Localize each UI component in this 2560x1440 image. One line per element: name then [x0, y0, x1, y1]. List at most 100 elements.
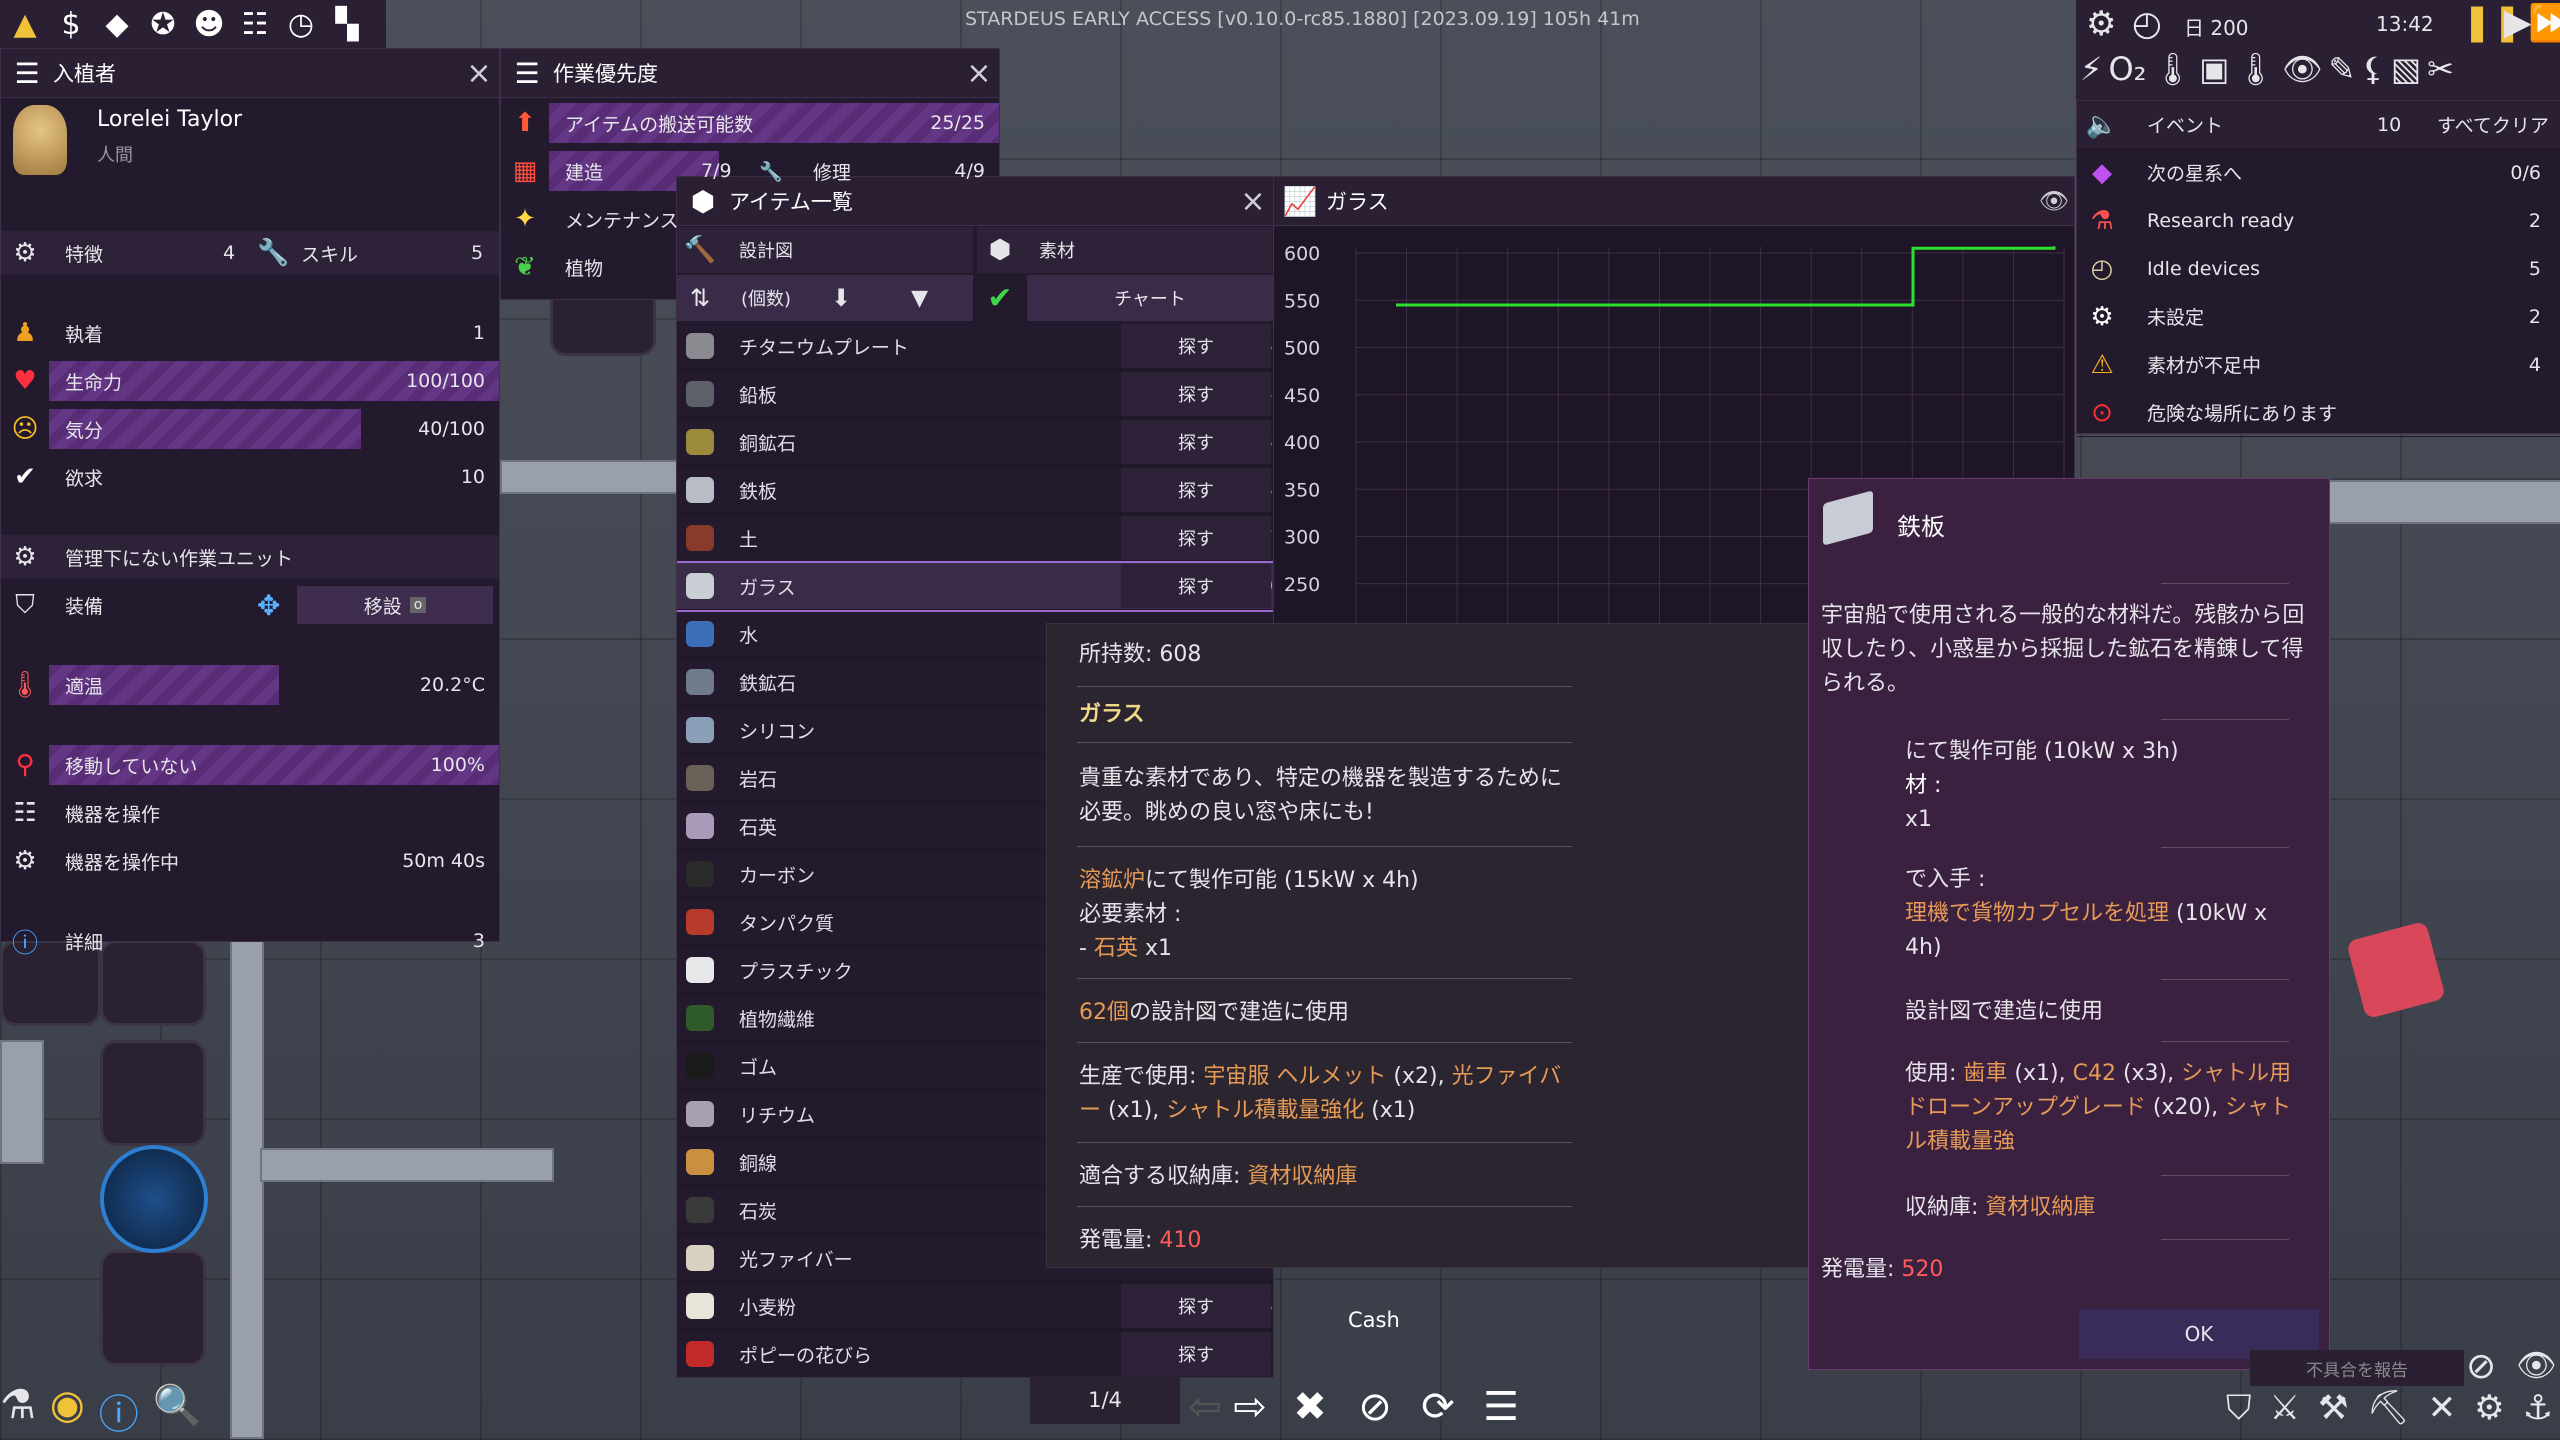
storage-link[interactable]: 資材収納庫: [1247, 1164, 1357, 1189]
rotate-icon[interactable]: ⟳: [1413, 1382, 1463, 1432]
find-button[interactable]: 探す: [1121, 516, 1271, 560]
prod-link[interactable]: 歯車: [1963, 1061, 2007, 1086]
stat-row[interactable]: ♟ 執着 1: [1, 311, 499, 355]
details-row[interactable]: ⓘ 詳細 3: [1, 919, 499, 963]
stat-row[interactable]: ☹ 気分 40/100: [1, 407, 499, 451]
operating-row[interactable]: ⚙ 機器を操作中 50m 40s: [1, 839, 499, 883]
close-icon[interactable]: ×: [959, 56, 999, 91]
item-icon: [677, 948, 723, 992]
moving-row[interactable]: ⚲ 移動していない 100%: [1, 743, 499, 787]
event-row[interactable]: ⚠ 素材が不足中 4: [2077, 341, 2560, 389]
fast-forward-icon[interactable]: ⏩: [2528, 2, 2560, 44]
diamond-icon[interactable]: ◆: [98, 5, 136, 43]
tab-material[interactable]: ⬢ 素材: [977, 227, 1273, 273]
move-arrows-icon[interactable]: ✥: [257, 589, 280, 622]
event-row[interactable]: ⊙ 危険な場所にあります: [2077, 389, 2560, 437]
close-icon[interactable]: ×: [459, 56, 499, 91]
craft-station-link[interactable]: 溶鉱炉: [1079, 868, 1145, 893]
drill-icon[interactable]: ⚙: [2474, 1388, 2504, 1428]
eye-icon[interactable]: 👁: [2034, 187, 2074, 215]
event-row[interactable]: ◆ 次の星系へ 0/6: [2077, 149, 2560, 197]
stat-row[interactable]: ♥ 生命力 100/100: [1, 359, 499, 403]
forbid-icon[interactable]: ⊘: [1350, 1382, 1400, 1432]
pencil-icon[interactable]: ✎: [2329, 50, 2356, 88]
obtain-link[interactable]: 理機で貨物カプセルを処理: [1905, 901, 2169, 926]
sort-dropdown[interactable]: ⇅ (個数) ⬇ ▼: [677, 275, 973, 321]
eye-icon[interactable]: 👁: [2516, 1346, 2557, 1384]
find-button[interactable]: 探す: [1121, 372, 1271, 416]
bug-report-button[interactable]: 不具合を報告: [2250, 1350, 2464, 1386]
prod-qty: (x1): [1364, 1098, 1416, 1123]
power-overlay-icon[interactable]: ⚡: [2080, 50, 2102, 88]
required-item-link[interactable]: 石英: [1094, 936, 1138, 961]
clock-icon: ◴: [2090, 253, 2114, 284]
find-button[interactable]: 探す: [1121, 1332, 1271, 1376]
find-button[interactable]: 探す: [1121, 324, 1271, 368]
crane-icon[interactable]: ⚓: [2523, 1388, 2553, 1428]
menu-settings-icon[interactable]: ☰: [1476, 1382, 1526, 1432]
wand-icon[interactable]: ⚒: [2318, 1388, 2348, 1428]
zoom-icon[interactable]: 🔍: [153, 1382, 203, 1438]
find-button[interactable]: 探す: [1121, 564, 1271, 608]
page-indicator: 1/4: [1030, 1376, 1180, 1424]
mute-icon[interactable]: 🔈: [2077, 110, 2127, 140]
gear-icon[interactable]: ⚙: [2086, 4, 2116, 44]
schedule-icon[interactable]: ◷: [282, 5, 320, 43]
tasks-icon[interactable]: ☷: [236, 5, 274, 43]
chart-button[interactable]: チャート: [1027, 275, 1273, 321]
research-flask-icon[interactable]: ⚗: [0, 1382, 36, 1438]
storage-label: 適合する収納庫:: [1079, 1164, 1248, 1189]
unmanaged-label: 管理下にない作業ユニット: [65, 547, 294, 570]
oxygen-level-icon[interactable]: ▣: [2199, 50, 2229, 88]
avatar[interactable]: [13, 105, 67, 175]
galaxy-icon[interactable]: ◉: [50, 1382, 85, 1438]
blocks-icon[interactable]: ▚: [328, 5, 366, 43]
tab-blueprint[interactable]: 🔨 設計図: [677, 227, 973, 273]
event-row[interactable]: ⚗ Research ready 2: [2077, 197, 2560, 245]
research-icon[interactable]: ✪: [144, 5, 182, 43]
oxygen-overlay-icon[interactable]: O₂: [2108, 50, 2146, 88]
pipes-icon[interactable]: ⚸: [2361, 50, 2384, 88]
zones-icon[interactable]: ▧: [2391, 50, 2421, 88]
find-button[interactable]: 探す: [1121, 1284, 1271, 1328]
colonists-icon[interactable]: ☻: [190, 5, 228, 43]
info-icon[interactable]: ⓘ: [99, 1382, 139, 1438]
clear-all-button[interactable]: すべてクリア: [2437, 111, 2549, 138]
prod-link[interactable]: シャトル積載量強化: [1166, 1098, 1364, 1123]
forbid-icon[interactable]: ⊘: [2466, 1346, 2496, 1387]
close-icon[interactable]: ×: [1233, 184, 1273, 219]
used-in-count[interactable]: 62個: [1079, 1000, 1129, 1025]
tools-icon[interactable]: ✂: [2427, 50, 2454, 88]
temperature-overlay-icon[interactable]: 🌡: [2152, 50, 2193, 88]
event-row[interactable]: ◴ Idle devices 5: [2077, 245, 2560, 293]
heat-overlay-icon[interactable]: 🌡: [2235, 50, 2276, 88]
temp-row[interactable]: 🌡 適温 20.2°C: [1, 663, 499, 707]
operate-row[interactable]: ☷ 機器を操作: [1, 791, 499, 835]
prod-link[interactable]: 宇宙服 ヘルメット: [1203, 1064, 1386, 1089]
traits-label[interactable]: 特徴: [65, 240, 103, 267]
money-icon[interactable]: $: [52, 5, 90, 43]
power-value: 410: [1159, 1228, 1202, 1253]
storage-link[interactable]: 資材収納庫: [1985, 1195, 2095, 1220]
skills-label[interactable]: スキル: [301, 240, 358, 267]
power-node-icon[interactable]: [100, 1145, 208, 1253]
resources-icon[interactable]: ▲: [6, 5, 44, 43]
next-page-icon[interactable]: ⇨: [1225, 1382, 1275, 1432]
priority-row[interactable]: ⬆ アイテムの搬送可能数 25/25: [501, 101, 999, 145]
visibility-icon[interactable]: 👁: [2282, 50, 2323, 88]
prev-page-icon[interactable]: ⇦: [1180, 1382, 1230, 1432]
find-button[interactable]: 探す: [1121, 468, 1271, 512]
chart-toggle[interactable]: ✔: [977, 275, 1023, 321]
pickaxe-icon[interactable]: ⛏: [2366, 1388, 2409, 1428]
craft-info: 溶鉱炉にて製作可能 (15kW x 4h): [1079, 864, 1867, 898]
cross-tools-icon[interactable]: ✕: [2428, 1388, 2457, 1428]
prod-link[interactable]: C42: [2073, 1061, 2116, 1086]
move-button[interactable]: 移設 o: [297, 586, 493, 624]
stat-row[interactable]: ✔ 欲求 10: [1, 455, 499, 499]
find-button[interactable]: 探す: [1121, 420, 1271, 464]
swords-icon[interactable]: ⚔: [2270, 1388, 2300, 1428]
unmanaged-row[interactable]: ⚙ 管理下にない作業ユニット: [1, 535, 499, 579]
event-row[interactable]: ⚙ 未設定 2: [2077, 293, 2560, 341]
shield-icon[interactable]: ⛉: [2226, 1388, 2252, 1428]
cancel-icon[interactable]: ✖: [1285, 1382, 1335, 1432]
